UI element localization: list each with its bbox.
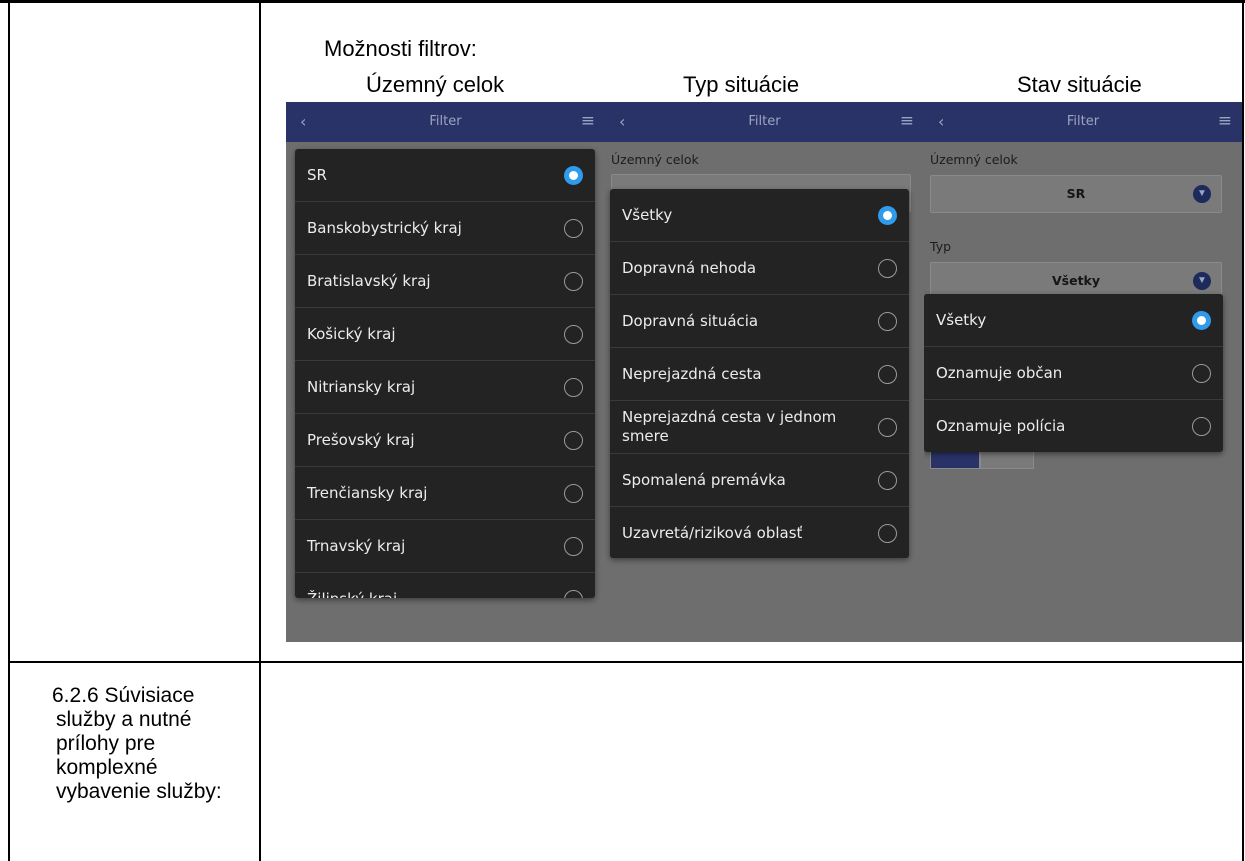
option-item[interactable]: Žilinský kraj	[295, 573, 595, 598]
option-label: Banskobystrický kraj	[307, 219, 462, 237]
menu-icon[interactable]: ≡	[1218, 111, 1232, 131]
option-item[interactable]: Všetky	[924, 294, 1223, 347]
type-field-label: Typ	[930, 239, 952, 254]
table-border-middle	[259, 3, 261, 861]
radio-icon[interactable]	[564, 484, 583, 503]
column-caption-territory: Územný celok	[366, 72, 505, 97]
option-item[interactable]: Trnavský kraj	[295, 520, 595, 573]
option-label: Košický kraj	[307, 325, 396, 343]
chevron-down-icon: ▼	[1193, 272, 1211, 290]
radio-icon[interactable]	[564, 219, 583, 238]
option-label: Neprejazdná cesta	[622, 365, 762, 383]
option-label: Žilinský kraj	[307, 590, 555, 598]
section-label-line: služby a nutné	[56, 708, 192, 731]
status-options-dialog: Všetky Oznamuje občan Oznamuje polícia	[924, 294, 1223, 452]
table-border-top	[0, 0, 1245, 3]
screen-situation-status: ‹ Filter ≡ Územný celok SR ▼ Typ Všetky …	[924, 102, 1242, 642]
radio-icon[interactable]	[878, 365, 897, 384]
territory-field-label: Územný celok	[930, 152, 1018, 167]
option-item[interactable]: Všetky	[610, 189, 909, 242]
territory-select[interactable]: SR ▼	[930, 175, 1222, 213]
column-caption-type: Typ situácie	[683, 72, 800, 97]
radio-selected-icon[interactable]	[878, 206, 897, 225]
radio-icon[interactable]	[1192, 364, 1211, 383]
option-item[interactable]: Prešovský kraj	[295, 414, 595, 467]
option-label: Bratislavský kraj	[307, 272, 431, 290]
radio-icon[interactable]	[878, 524, 897, 543]
app-bar: ‹ Filter ≡	[924, 102, 1242, 142]
radio-icon[interactable]	[564, 378, 583, 397]
option-label: SR	[307, 166, 327, 184]
option-item[interactable]: Spomalená premávka	[610, 454, 909, 507]
option-label: Všetky	[936, 311, 987, 329]
option-label: Neprejazdná cesta v jednom smere	[622, 408, 837, 445]
option-label: Dopravná nehoda	[622, 259, 757, 277]
section-label-line: prílohy pre	[56, 732, 156, 755]
option-item[interactable]: Dopravná nehoda	[610, 242, 909, 295]
radio-icon[interactable]	[564, 590, 583, 598]
radio-icon[interactable]	[564, 272, 583, 291]
radio-icon[interactable]	[564, 325, 583, 344]
option-item[interactable]: SR	[295, 149, 595, 202]
type-select-value: Všetky	[1051, 273, 1101, 288]
radio-selected-icon[interactable]	[1192, 311, 1211, 330]
radio-icon[interactable]	[878, 418, 897, 437]
option-label: Trnavský kraj	[307, 537, 406, 555]
option-label: Oznamuje občan	[936, 364, 1063, 382]
radio-icon[interactable]	[564, 537, 583, 556]
option-item[interactable]: Oznamuje polícia	[924, 400, 1223, 452]
screenshots-strip: ‹ Filter ≡ SR Banskobystrický kraj Brati…	[286, 102, 1242, 642]
territory-select-value: SR	[1066, 186, 1086, 201]
option-item[interactable]: Bratislavský kraj	[295, 255, 595, 308]
app-bar-title: Filter	[429, 114, 462, 129]
chevron-down-icon: ▼	[1193, 185, 1211, 203]
column-caption-status: Stav situácie	[1017, 72, 1142, 97]
option-label: Všetky	[622, 206, 673, 224]
table-border-left	[8, 3, 10, 861]
option-item[interactable]: Oznamuje občan	[924, 347, 1223, 400]
screen-territory: ‹ Filter ≡ SR Banskobystrický kraj Brati…	[286, 102, 605, 642]
section-label-line: komplexné	[56, 756, 158, 779]
radio-icon[interactable]	[878, 471, 897, 490]
option-label: Dopravná situácia	[622, 312, 759, 330]
radio-icon[interactable]	[564, 431, 583, 450]
option-label: Nitriansky kraj	[307, 378, 416, 396]
option-item[interactable]: Neprejazdná cesta v jednom smere	[610, 401, 909, 454]
menu-icon[interactable]: ≡	[581, 111, 595, 131]
option-label: Oznamuje polícia	[936, 417, 1066, 435]
option-item[interactable]: Trenčiansky kraj	[295, 467, 595, 520]
section-label-line: 6.2.6 Súvisiace	[52, 684, 195, 707]
option-label: Trenčiansky kraj	[307, 484, 428, 502]
section-label-line: vybavenie služby:	[56, 780, 222, 803]
option-label: Spomalená premávka	[622, 471, 786, 489]
option-item[interactable]: Uzavretá/riziková oblasť	[610, 507, 909, 558]
option-item[interactable]: Banskobystrický kraj	[295, 202, 595, 255]
option-label: Uzavretá/riziková oblasť	[622, 524, 803, 542]
option-item[interactable]: Košický kraj	[295, 308, 595, 361]
filter-options-heading: Možnosti filtrov:	[324, 36, 477, 61]
territory-field-label: Územný celok	[611, 152, 699, 167]
type-options-dialog: Všetky Dopravná nehoda Dopravná situácia…	[610, 189, 909, 558]
section-label: 6.2.6 Súvisiace služby a nutné prílohy p…	[52, 684, 257, 804]
territory-options-dialog: SR Banskobystrický kraj Bratislavský kra…	[295, 149, 595, 598]
radio-selected-icon[interactable]	[564, 166, 583, 185]
app-bar: ‹ Filter ≡	[605, 102, 924, 142]
menu-icon[interactable]: ≡	[900, 111, 914, 131]
app-bar-title: Filter	[748, 114, 781, 129]
option-item[interactable]: Nitriansky kraj	[295, 361, 595, 414]
option-item[interactable]: Neprejazdná cesta	[610, 348, 909, 401]
app-bar-title: Filter	[1066, 114, 1100, 129]
option-label: Prešovský kraj	[307, 431, 415, 449]
app-bar: ‹ Filter ≡	[286, 102, 605, 142]
option-item[interactable]: Dopravná situácia	[610, 295, 909, 348]
radio-icon[interactable]	[878, 259, 897, 278]
radio-icon[interactable]	[1192, 417, 1211, 436]
table-border-right	[1242, 3, 1244, 861]
radio-icon[interactable]	[878, 312, 897, 331]
table-row-divider	[8, 661, 1244, 663]
screen-situation-type: ‹ Filter ≡ Územný celok Všetky Dopravná …	[605, 102, 924, 642]
